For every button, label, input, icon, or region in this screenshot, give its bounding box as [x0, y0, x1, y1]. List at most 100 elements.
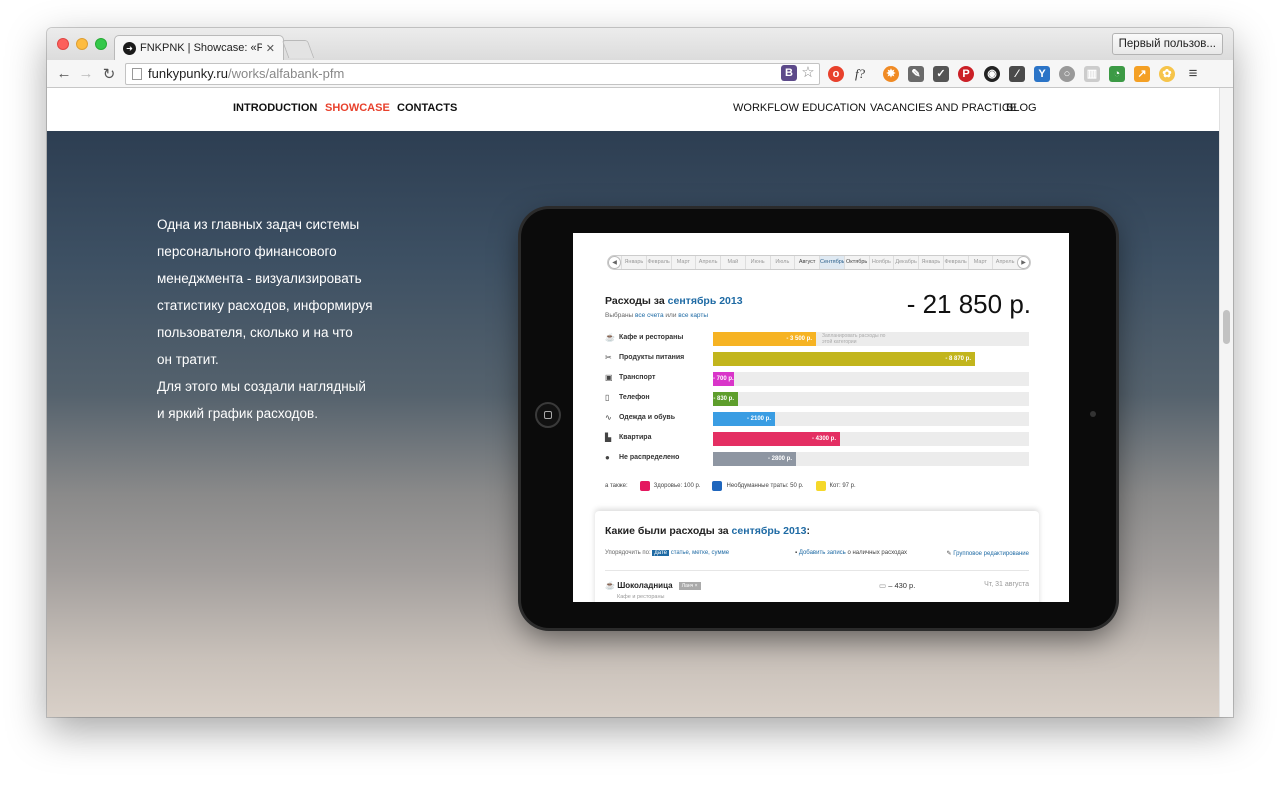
- category-bar[interactable]: - 8 870 р.: [713, 352, 975, 366]
- all-cards-link[interactable]: все карты: [678, 312, 708, 319]
- category-icon: ▯: [605, 393, 610, 402]
- reader-extension-icon[interactable]: ▥: [1084, 66, 1100, 82]
- category-icon: ▣: [605, 373, 613, 382]
- opera-extension-icon[interactable]: o: [828, 66, 844, 82]
- bookmark-star-icon[interactable]: ☆: [800, 65, 816, 81]
- month-item[interactable]: Февраль: [942, 256, 968, 269]
- entry-tag[interactable]: Ланч ×: [678, 581, 701, 590]
- category-row[interactable]: ✂ Продукты питания - 8 870 р.: [605, 350, 1033, 370]
- hero-description: Одна из главных задач системы персональн…: [157, 211, 417, 427]
- nav-blog[interactable]: BLOG: [1006, 102, 1037, 114]
- all-accounts-link[interactable]: все счета: [635, 312, 664, 319]
- nav-introduction[interactable]: INTRODUCTION: [233, 102, 317, 114]
- category-row[interactable]: ▙ Квартира - 4300 р.: [605, 430, 1033, 450]
- browser-tab[interactable]: ➜ FNKPNK | Showcase: «Рас ✕: [114, 35, 284, 60]
- address-bar[interactable]: funkypunky.ru/works/alfabank-pfm: [125, 63, 820, 85]
- nav-workflow[interactable]: WORKFLOW: [733, 102, 799, 114]
- sort-by-date[interactable]: дате: [652, 550, 670, 556]
- category-label: Транспорт: [619, 374, 656, 381]
- category-bar[interactable]: - 3 500 р.: [713, 332, 816, 346]
- legend-label: Здоровье: 100 р.: [653, 483, 701, 489]
- legend-label: Кот: 97 р.: [829, 483, 856, 489]
- hero-section: Одна из главных задач системы персональн…: [47, 131, 1219, 717]
- camera-extension-icon[interactable]: ◉: [984, 66, 1000, 82]
- entry-row[interactable]: ☕ Шоколадница Ланч ×: [605, 581, 701, 590]
- pinterest-extension-icon[interactable]: P: [958, 66, 974, 82]
- category-row[interactable]: ▣ Транспорт - 700 р.: [605, 370, 1033, 390]
- category-row[interactable]: ∿ Одежда и обувь - 2100 р.: [605, 410, 1033, 430]
- ipad-home-button: [535, 402, 561, 428]
- month-item[interactable]: Январь: [621, 256, 646, 269]
- minimize-window-button[interactable]: [76, 38, 88, 50]
- category-icon: ∿: [605, 413, 612, 422]
- month-item[interactable]: Июль: [769, 256, 795, 269]
- profile-button[interactable]: Первый пользов...: [1111, 33, 1223, 55]
- pocket-extension-icon[interactable]: ✓: [933, 66, 949, 82]
- category-track: - 2100 р.: [713, 412, 1029, 426]
- hero-line: Для этого мы создали наглядный: [157, 379, 366, 394]
- month-item[interactable]: Декабрь: [893, 256, 918, 269]
- legend-swatch: [712, 481, 723, 491]
- zoom-window-button[interactable]: [95, 38, 107, 50]
- month-next-icon[interactable]: ▶: [1017, 256, 1030, 269]
- firebug-extension-icon[interactable]: ✸: [883, 66, 899, 82]
- category-track: - 3 500 р. Запланировать расходы по этой …: [713, 332, 1029, 346]
- month-item[interactable]: Июнь: [744, 256, 770, 269]
- eyedropper-extension-icon[interactable]: ⁄: [1009, 66, 1025, 82]
- add-record-link[interactable]: Добавить запись: [799, 550, 846, 556]
- month-item[interactable]: Апрель: [992, 256, 1017, 269]
- month-item[interactable]: Май: [720, 256, 745, 269]
- month-item[interactable]: Ноябрь: [868, 256, 894, 269]
- vk-extension-icon[interactable]: B: [781, 65, 797, 81]
- month-item[interactable]: Март: [670, 256, 696, 269]
- category-bar[interactable]: - 2800 р.: [713, 452, 796, 466]
- page-scrollbar[interactable]: [1219, 88, 1233, 717]
- month-item[interactable]: Август: [794, 256, 819, 269]
- evernote-extension-icon[interactable]: ✎: [908, 66, 924, 82]
- menu-icon[interactable]: ≡: [1185, 66, 1201, 82]
- sort-controls: Упорядочить по: дате статье, метке, сумм…: [605, 550, 730, 556]
- category-bar[interactable]: - 2100 р.: [713, 412, 775, 426]
- category-row[interactable]: ☕ Кафе и рестораны - 3 500 р. Запланировать…: [605, 330, 1033, 350]
- timer-extension-icon[interactable]: ◔: [1109, 66, 1125, 82]
- reload-icon[interactable]: ↻: [100, 65, 118, 83]
- nav-education[interactable]: EDUCATION: [802, 102, 866, 114]
- month-item[interactable]: Февраль: [645, 256, 671, 269]
- plan-budget-link[interactable]: Запланировать расходы по этой категории: [822, 333, 894, 345]
- expenses-month-link[interactable]: сентябрь 2013: [668, 295, 743, 307]
- category-bar[interactable]: - 830 р.: [713, 392, 738, 406]
- group-edit-link[interactable]: ✎ Групповое редактирование: [947, 550, 1030, 557]
- fq-extension-icon[interactable]: f?: [852, 66, 868, 82]
- yandex-extension-icon[interactable]: Y: [1034, 66, 1050, 82]
- nav-contacts[interactable]: CONTACTS: [397, 102, 457, 114]
- month-selector[interactable]: ◀ Январь Февраль Март Апрель Май Июнь Июль Авгу…: [607, 255, 1031, 270]
- category-row[interactable]: ▯ Телефон - 830 р.: [605, 390, 1033, 410]
- expenses-title: Расходы за сентябрь 2013: [605, 295, 743, 307]
- forward-icon[interactable]: →: [77, 65, 95, 82]
- category-row[interactable]: ● Не распределено - 2800 р.: [605, 450, 1033, 470]
- sort-other-options[interactable]: статье, метке, сумме: [671, 550, 729, 556]
- close-window-button[interactable]: [57, 38, 69, 50]
- nav-vacancies[interactable]: VACANCIES AND PRACTICE: [870, 102, 1017, 114]
- sync-extension-icon[interactable]: ○: [1059, 66, 1075, 82]
- analytics-extension-icon[interactable]: ↗: [1134, 66, 1150, 82]
- tab-close-icon[interactable]: ✕: [266, 42, 275, 55]
- category-bar[interactable]: - 700 р.: [713, 372, 734, 386]
- month-item[interactable]: Март: [967, 256, 993, 269]
- hero-line: статистику расходов, информируя: [157, 298, 373, 313]
- month-item[interactable]: Октябрь: [843, 256, 869, 269]
- new-tab-button[interactable]: [281, 40, 315, 58]
- page-icon: [132, 68, 142, 80]
- category-bar[interactable]: - 4300 р.: [713, 432, 840, 446]
- scrollbar-thumb[interactable]: [1223, 310, 1230, 344]
- month-item[interactable]: Январь: [918, 256, 943, 269]
- month-item[interactable]: Сентябрь: [819, 256, 844, 269]
- nav-showcase[interactable]: SHOWCASE: [325, 102, 390, 114]
- records-month-link[interactable]: сентябрь 2013: [732, 525, 807, 537]
- month-item[interactable]: Апрель: [695, 256, 720, 269]
- back-icon[interactable]: ←: [55, 65, 73, 82]
- add-record-icon: ▪: [795, 550, 798, 556]
- flower-extension-icon[interactable]: ✿: [1159, 66, 1175, 82]
- month-prev-icon[interactable]: ◀: [608, 256, 621, 269]
- divider: [605, 570, 1029, 571]
